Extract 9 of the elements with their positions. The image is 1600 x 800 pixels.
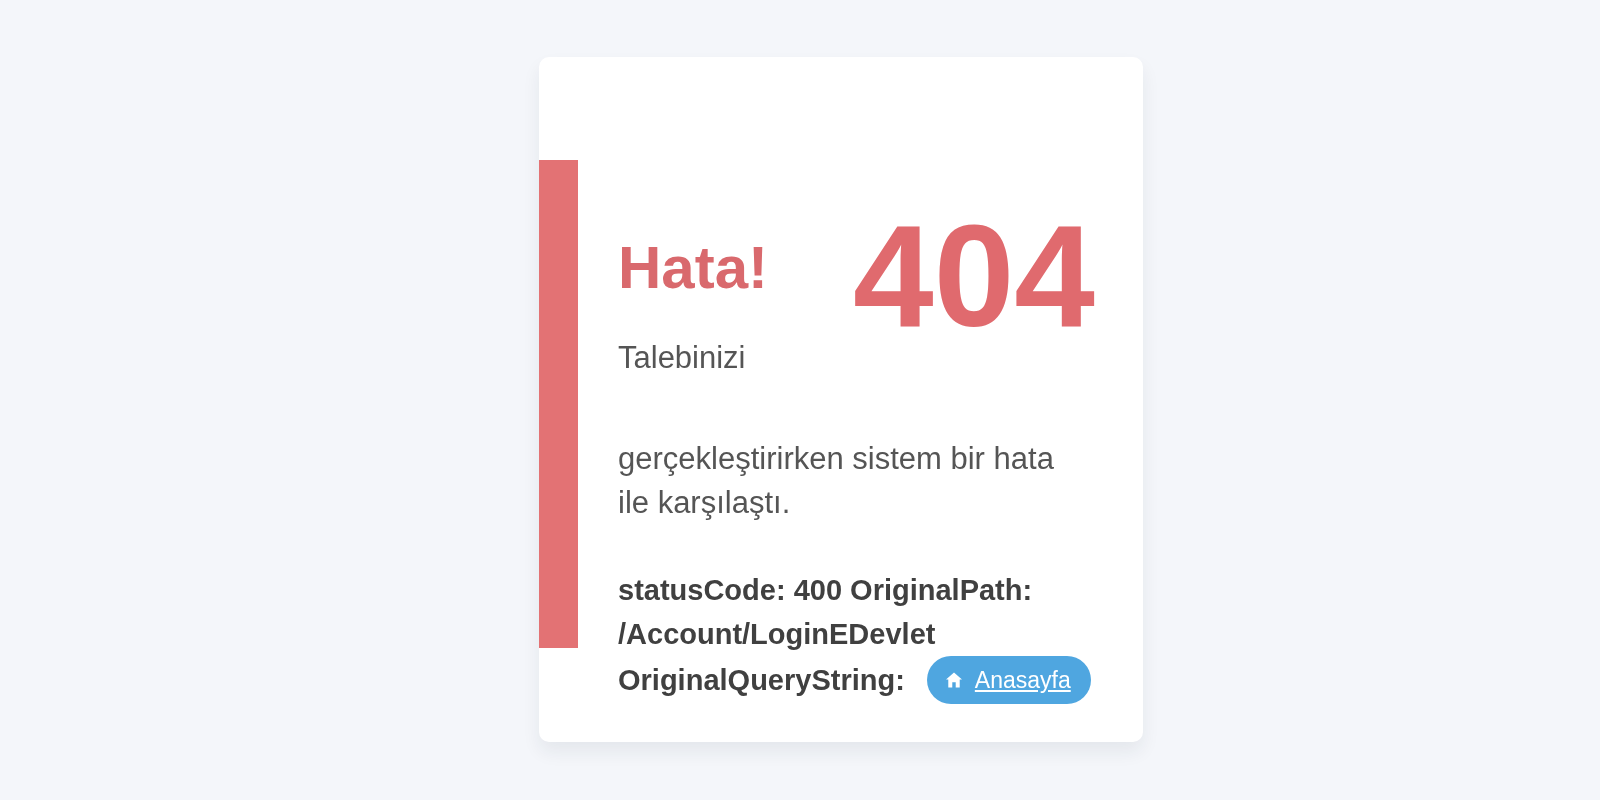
error-detail-text: /Account/LoginEDevlet <box>618 617 936 652</box>
message-text: gerçekleştirirken sistem bir hata ile karşılaştı. <box>618 440 1055 522</box>
error-code: 404 <box>853 218 1095 334</box>
home-icon <box>945 672 962 688</box>
message-text: Talebinizi <box>618 339 746 377</box>
home-button[interactable]: Anasayfa <box>926 656 1091 704</box>
error-title: Hata! <box>618 233 769 303</box>
error-detail-text: statusCode: 400 OriginalPath: <box>618 573 1033 608</box>
error-detail-text: OriginalQueryString: <box>618 663 905 698</box>
